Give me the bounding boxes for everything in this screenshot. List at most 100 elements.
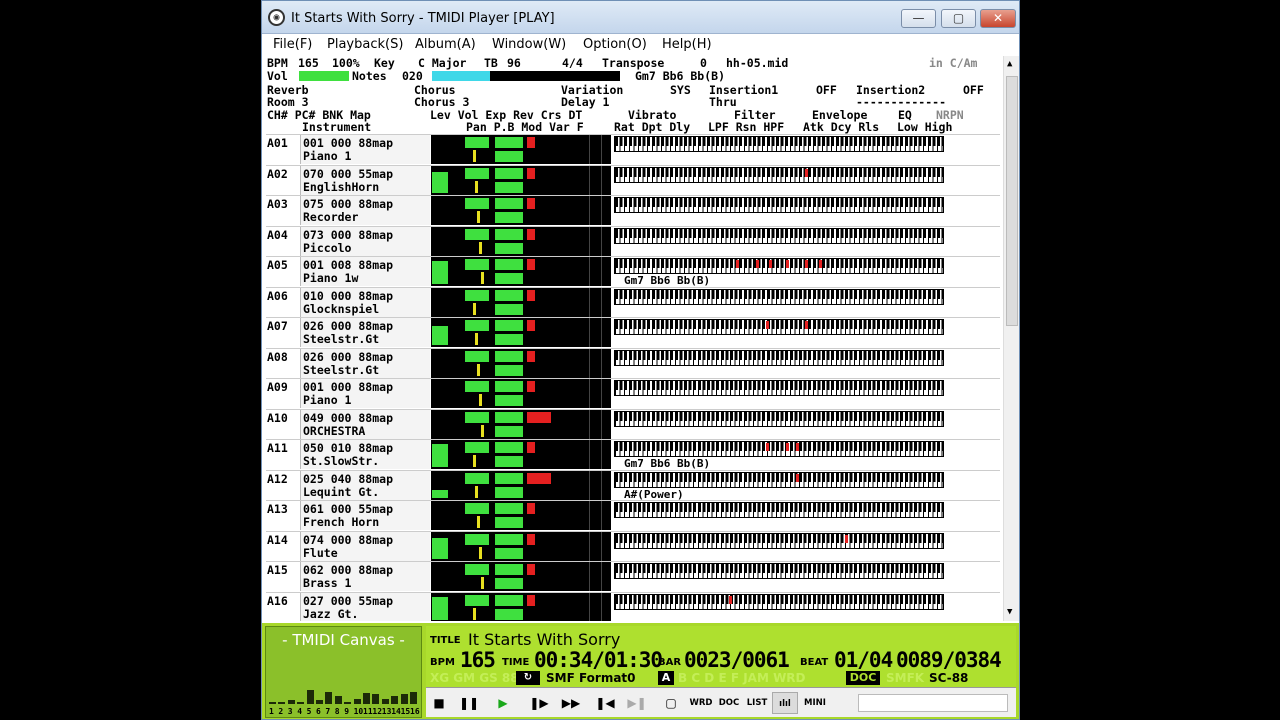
- instrument-box[interactable]: 026 000 88map Steelstr.Gt: [300, 318, 430, 347]
- lcd-song-title: It Starts With Sorry: [468, 630, 621, 649]
- control-meter: [495, 137, 523, 148]
- instrument-box[interactable]: 075 000 88map Recorder: [300, 196, 430, 225]
- channel-row[interactable]: A05 001 008 88map Piano 1w Gm7 Bb6 Bb(B): [266, 256, 1000, 287]
- next-button[interactable]: ▶❚: [624, 692, 650, 714]
- channel-row[interactable]: A16 027 000 55map Jazz Gt.: [266, 591, 1000, 621]
- channel-row[interactable]: A06 010 000 88map Glocknspiel: [266, 286, 1000, 317]
- channel-row[interactable]: A01 001 000 88map Piano 1: [266, 134, 1000, 164]
- reverb-meter: [527, 411, 551, 423]
- instrument-box[interactable]: 027 000 55map Jazz Gt.: [300, 592, 430, 621]
- channel-row[interactable]: A09 001 000 88map Piano 1: [266, 378, 1000, 408]
- instrument-box[interactable]: 070 000 55map EnglishHorn: [300, 165, 430, 195]
- pan-indicator: [479, 394, 482, 406]
- scroll-up-icon[interactable]: ▲: [1007, 59, 1012, 69]
- menu-file[interactable]: File(F): [273, 37, 312, 52]
- channel-meters: [431, 440, 611, 469]
- instrument-box[interactable]: 010 000 88map Glocknspiel: [300, 287, 430, 317]
- scroll-thumb[interactable]: [1006, 76, 1018, 326]
- app-icon[interactable]: ◉: [268, 9, 285, 26]
- instrument-box[interactable]: 074 000 88map Flute: [300, 531, 430, 561]
- lcd-beat: 01/04: [834, 648, 893, 672]
- doc-button[interactable]: DOC: [716, 692, 742, 714]
- channel-number: A04: [267, 227, 288, 242]
- lcd-time: 00:34/01:30: [534, 648, 663, 672]
- instrument-box[interactable]: 073 000 88map Piccolo: [300, 226, 430, 256]
- seek-slider[interactable]: [858, 694, 1008, 712]
- menu-album[interactable]: Album(A): [415, 37, 476, 52]
- instrument-box[interactable]: 001 000 88map Piano 1: [300, 135, 430, 164]
- instrument-box[interactable]: 001 008 88map Piano 1w: [300, 257, 430, 286]
- channel-row[interactable]: A15 062 000 88map Brass 1: [266, 561, 1000, 591]
- step-button[interactable]: ❚▶: [526, 692, 552, 714]
- minimize-button[interactable]: —: [901, 9, 936, 28]
- maximize-button[interactable]: ▢: [941, 9, 976, 28]
- channel-row[interactable]: A14 074 000 88map Flute: [266, 530, 1000, 561]
- instrument-box[interactable]: 061 000 55map French Horn: [300, 501, 430, 530]
- pan-indicator: [473, 455, 476, 467]
- channel-number: A03: [267, 197, 288, 211]
- meter-button[interactable]: ılıl: [772, 692, 798, 714]
- pan-indicator: [475, 180, 478, 193]
- pitch-bend-meter: [495, 486, 523, 498]
- channel-row[interactable]: A12 025 040 88map Lequint Gt. A#(Power): [266, 469, 1000, 501]
- mini-button[interactable]: MINI: [802, 692, 828, 714]
- instrument-box[interactable]: 062 000 88map Brass 1: [300, 562, 430, 591]
- pan-indicator: [477, 211, 480, 223]
- control-meter: [495, 320, 523, 331]
- instrument-box[interactable]: 049 000 88map ORCHESTRA: [300, 409, 430, 439]
- previous-button[interactable]: ❚◀: [592, 692, 618, 714]
- menu-help[interactable]: Help(H): [662, 37, 712, 52]
- channel-row[interactable]: A04 073 000 88map Piccolo: [266, 225, 1000, 256]
- instrument-box[interactable]: 025 040 88map Lequint Gt.: [300, 470, 430, 500]
- control-meter: [495, 289, 523, 301]
- scroll-down-icon[interactable]: ▼: [1007, 607, 1012, 617]
- channel-row[interactable]: A03 075 000 88map Recorder: [266, 195, 1000, 225]
- instrument-box[interactable]: 001 000 88map Piano 1: [300, 379, 430, 408]
- close-button[interactable]: ✕: [980, 9, 1016, 28]
- menu-window[interactable]: Window(W): [492, 37, 566, 52]
- vertical-scrollbar[interactable]: ▲ ▼: [1003, 56, 1019, 621]
- title-bar[interactable]: ◉ It Starts With Sorry - TMIDI Player [P…: [262, 1, 1019, 34]
- channel-meters: [431, 348, 611, 378]
- channel-meters: [431, 287, 611, 317]
- instrument-name: Piano 1w: [303, 271, 359, 285]
- thru-value: Thru: [709, 95, 737, 109]
- active-note: [796, 443, 799, 451]
- program-info: 025 040 88map: [303, 471, 394, 486]
- instrument-box[interactable]: 026 000 88map Steelstr.Gt: [300, 348, 430, 378]
- stop-button[interactable]: ■: [426, 692, 452, 714]
- program-info: 026 000 88map: [303, 349, 394, 364]
- wrd-button[interactable]: WRD: [688, 692, 714, 714]
- channel-row[interactable]: A08 026 000 88map Steelstr.Gt: [266, 347, 1000, 378]
- pause-button[interactable]: ❚❚: [456, 692, 482, 714]
- menu-option[interactable]: Option(O): [583, 37, 647, 52]
- channel-row[interactable]: A07 026 000 88map Steelstr.Gt: [266, 317, 1000, 347]
- canvas-bar: [297, 702, 305, 704]
- reverb-meter: [527, 442, 535, 453]
- canvas-bar: [400, 694, 408, 704]
- pitch-bend-meter: [495, 456, 523, 467]
- pan-indicator: [479, 241, 482, 254]
- window-button[interactable]: ▢: [658, 692, 684, 714]
- canvas-bar: [269, 702, 276, 704]
- channel-row[interactable]: A11 050 010 88map St.SlowStr. Gm7 Bb6 Bb(B): [266, 439, 1000, 470]
- fast-forward-button[interactable]: ▶▶: [558, 692, 584, 714]
- canvas-channel-number: 5: [306, 707, 312, 716]
- program-info: 010 000 88map: [303, 288, 394, 303]
- channel-row[interactable]: A13 061 000 55map French Horn: [266, 500, 1000, 530]
- level-meter: [432, 489, 448, 498]
- pitch-bend-meter: [495, 303, 523, 315]
- pan-indicator: [475, 333, 478, 345]
- tmidi-canvas[interactable]: - TMIDI Canvas - 1 2 3 4 5 6 7 8 9 10 11 12 13 14 15 16: [265, 626, 422, 718]
- play-button[interactable]: ▶: [490, 692, 516, 714]
- channel-row[interactable]: A10 049 000 88map ORCHESTRA: [266, 408, 1000, 439]
- pan-indicator: [481, 577, 484, 589]
- list-button[interactable]: LIST: [744, 692, 770, 714]
- smf-format: SMF Format0: [546, 671, 636, 685]
- program-info: 061 000 55map: [303, 502, 394, 516]
- channel-row[interactable]: A02 070 000 55map EnglishHorn: [266, 164, 1000, 195]
- instrument-box[interactable]: 050 010 88map St.SlowStr.: [300, 440, 430, 469]
- menu-playback[interactable]: Playback(S): [327, 37, 403, 52]
- piano-black-keys: [614, 349, 944, 360]
- piano-black-keys: [614, 410, 944, 421]
